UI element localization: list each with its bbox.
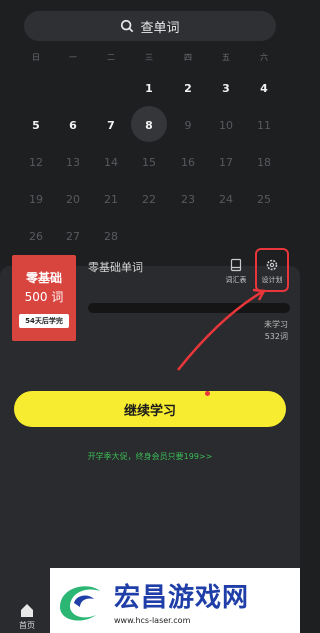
watermark-url: www.hcs-laser.com — [114, 615, 191, 625]
notification-dot — [205, 391, 210, 396]
watermark-banner: 宏昌游戏网 www.hcs-laser.com — [50, 568, 300, 633]
continue-learning-label: 继续学习 — [123, 403, 176, 419]
tab-home-label: 首页 — [19, 621, 35, 630]
tab-home[interactable]: 首页 — [0, 596, 54, 633]
continue-learning-button[interactable]: 继续学习 — [14, 391, 286, 427]
home-icon — [21, 604, 33, 617]
watermark-brand: 宏昌游戏网 — [114, 582, 250, 613]
annotation-arrow — [177, 288, 267, 371]
watermark-logo — [60, 585, 100, 621]
promo-link[interactable]: 开学季大促，终身会员只要199>> — [0, 451, 300, 462]
